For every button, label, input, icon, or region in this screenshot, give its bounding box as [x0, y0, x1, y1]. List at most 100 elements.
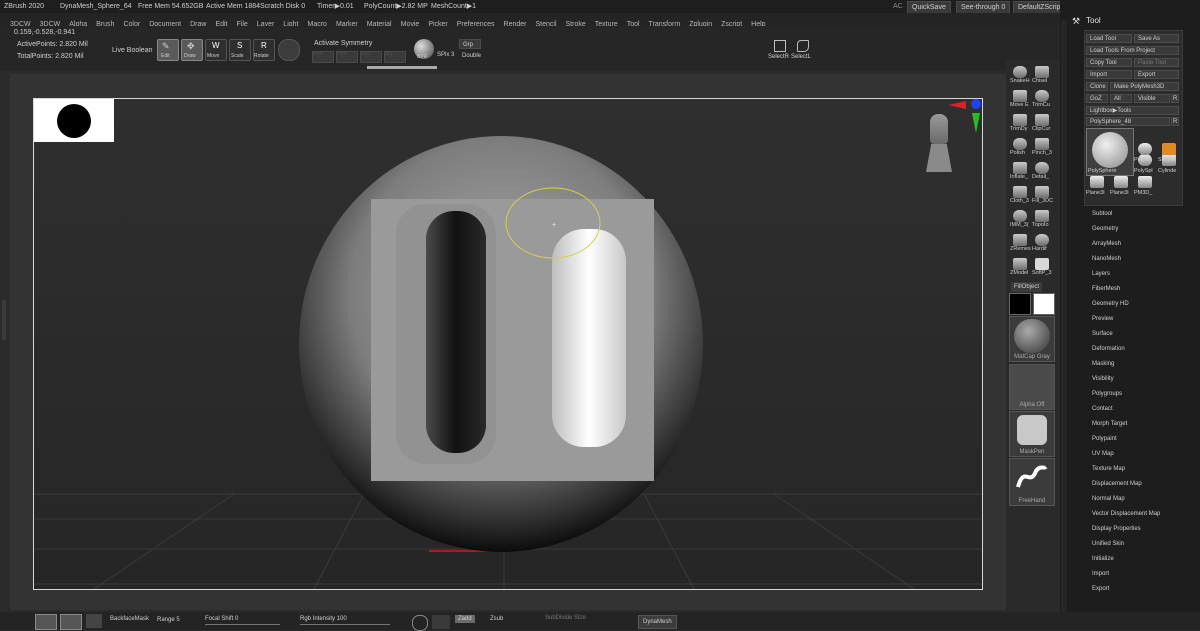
sym-y-button[interactable]: >Y<	[336, 51, 358, 63]
bottom-thumb-1[interactable]	[35, 614, 57, 630]
clone-button[interactable]: Clone	[1086, 82, 1108, 91]
lightbox-tools-button[interactable]: Lightbox▶Tools	[1086, 106, 1179, 115]
save-as-button[interactable]: Save As	[1134, 34, 1179, 43]
scale-button[interactable]: S Scale	[229, 39, 251, 61]
brush-icon[interactable]	[1035, 90, 1049, 102]
r-button[interactable]: R	[1171, 94, 1179, 103]
secondary-color-swatch[interactable]	[1033, 293, 1055, 315]
goz-button[interactable]: GoZ	[1086, 94, 1108, 103]
select-lasso-icon[interactable]	[797, 40, 809, 52]
move-button[interactable]: W Move	[205, 39, 227, 61]
focal-shift-slider[interactable]: Focal Shift 0	[205, 616, 238, 622]
subpalette-item[interactable]: Unified Skin	[1092, 541, 1124, 547]
tool-thumb-icon[interactable]	[1138, 143, 1152, 155]
range-slider[interactable]: Range 5	[157, 617, 180, 623]
alpha-thumb[interactable]: Alpha Off	[1009, 364, 1055, 410]
make-polymesh-button[interactable]: Make PolyMesh3D	[1110, 82, 1179, 91]
zsub-button[interactable]: Zsub	[490, 616, 503, 622]
select-rect-icon[interactable]	[774, 40, 786, 52]
subpalette-item[interactable]: FiberMesh	[1092, 286, 1120, 292]
copy-tool-button[interactable]: Copy Tool	[1086, 58, 1132, 67]
subpalette-item[interactable]: ArrayMesh	[1092, 241, 1121, 247]
subpalette-item[interactable]: Layers	[1092, 271, 1110, 277]
sym-x-button[interactable]: >X<	[312, 51, 334, 63]
import-button[interactable]: Import	[1086, 70, 1132, 79]
brush-icon[interactable]	[1013, 234, 1027, 246]
dynamesh-button[interactable]: DynaMesh	[638, 615, 677, 629]
edit-button[interactable]: ✎ Edit	[157, 39, 179, 61]
live-boolean-button[interactable]: Live Boolean	[112, 47, 152, 54]
brush-icon[interactable]	[1035, 234, 1049, 246]
activate-symmetry-button[interactable]: Activate Symmetry	[314, 40, 372, 47]
subpalette-item[interactable]: Masking	[1092, 361, 1114, 367]
navigator-thumbnail[interactable]	[34, 99, 114, 142]
current-tool-r-button[interactable]: R	[1171, 117, 1179, 126]
spix-slider[interactable]: SPix 3	[437, 52, 454, 58]
mrgb-icon[interactable]	[432, 615, 450, 629]
brush-icon[interactable]	[1035, 186, 1049, 198]
bottom-thumb-2[interactable]	[60, 614, 82, 630]
load-tool-button[interactable]: Load Tool	[1086, 34, 1132, 43]
sym-m-button[interactable]: (M)	[384, 51, 406, 63]
brush-icon[interactable]	[1013, 90, 1027, 102]
brush-icon[interactable]	[1035, 258, 1049, 270]
subpalette-item[interactable]: Vector Displacement Map	[1092, 511, 1160, 517]
subpalette-item[interactable]: Normal Map	[1092, 496, 1125, 502]
subpalette-item[interactable]: Surface	[1092, 331, 1113, 337]
bottom-thumb-3[interactable]	[86, 614, 102, 628]
all-button[interactable]: All	[1110, 94, 1132, 103]
paste-tool-button[interactable]: Paste Tool	[1134, 58, 1179, 67]
brush-icon[interactable]	[1035, 66, 1049, 78]
visible-button[interactable]: Visible	[1134, 94, 1170, 103]
double-button[interactable]: Double	[462, 53, 481, 59]
subpalette-item[interactable]: Subtool	[1092, 211, 1112, 217]
brush-icon[interactable]	[1035, 114, 1049, 126]
rgb-intensity-slider[interactable]: Rgb Intensity 100	[300, 616, 347, 622]
current-tool-slider[interactable]: PolySphere_48	[1086, 117, 1170, 126]
subpalette-item[interactable]: Contact	[1092, 406, 1113, 412]
subpalette-item[interactable]: Import	[1092, 571, 1109, 577]
brush-icon[interactable]	[1013, 138, 1027, 150]
grp-button[interactable]: Grp	[459, 39, 481, 49]
head-orientation-icon[interactable]	[922, 114, 956, 174]
fill-object-button[interactable]: FillObject	[1011, 282, 1043, 292]
subpalette-item[interactable]: Display Properties	[1092, 526, 1141, 532]
brush-icon[interactable]	[1013, 162, 1027, 174]
subpalette-item[interactable]: Preview	[1092, 316, 1113, 322]
gizmo-icon[interactable]	[278, 39, 300, 61]
scroll-indicator[interactable]	[367, 66, 437, 69]
document-canvas[interactable]: +	[33, 98, 983, 590]
export-button[interactable]: Export	[1134, 70, 1179, 79]
subpalette-item[interactable]: Displacement Map	[1092, 481, 1142, 487]
subpalette-item[interactable]: Export	[1092, 586, 1109, 592]
brush-icon[interactable]	[1013, 66, 1027, 78]
tool-panel-scroll[interactable]	[1061, 20, 1067, 620]
subpalette-item[interactable]: Geometry	[1092, 226, 1118, 232]
left-tray-handle[interactable]	[2, 300, 6, 340]
load-from-project-button[interactable]: Load Tools From Project	[1086, 46, 1179, 55]
subpalette-item[interactable]: NanoMesh	[1092, 256, 1121, 262]
subpalette-item[interactable]: Initialize	[1092, 556, 1114, 562]
brush-icon[interactable]	[1013, 114, 1027, 126]
subpalette-item[interactable]: Visibility	[1092, 376, 1114, 382]
brush-icon[interactable]	[1035, 138, 1049, 150]
brush-icon[interactable]	[1035, 210, 1049, 222]
draw-button[interactable]: ✥ Draw	[181, 39, 203, 61]
rgb-icon[interactable]	[412, 615, 428, 631]
subpalette-item[interactable]: Morph Target	[1092, 421, 1127, 427]
brush-icon[interactable]	[1013, 186, 1027, 198]
brush-icon[interactable]	[1035, 162, 1049, 174]
subpalette-item[interactable]: Texture Map	[1092, 466, 1125, 472]
tool-thumb-icon[interactable]	[1114, 176, 1128, 188]
zadd-button[interactable]: Zadd	[455, 615, 475, 623]
rotate-button[interactable]: R Rotate	[253, 39, 275, 61]
sym-z-button[interactable]: >Z<	[360, 51, 382, 63]
stroke-thumb[interactable]: FreeHand	[1009, 458, 1055, 506]
mask-thumb[interactable]: MaskPen	[1009, 411, 1055, 457]
primary-color-swatch[interactable]	[1009, 293, 1031, 315]
material-thumb[interactable]: MatCap Gray	[1009, 316, 1055, 362]
subpalette-item[interactable]: Polygroups	[1092, 391, 1122, 397]
subpalette-item[interactable]: Polypaint	[1092, 436, 1117, 442]
brush-icon[interactable]	[1013, 210, 1027, 222]
subpalette-item[interactable]: Deformation	[1092, 346, 1125, 352]
